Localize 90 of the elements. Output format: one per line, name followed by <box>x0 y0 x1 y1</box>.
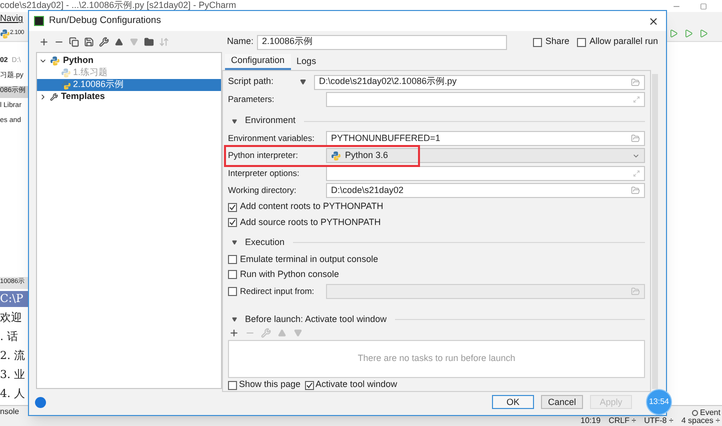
plus-icon[interactable] <box>228 327 240 340</box>
text-field[interactable] <box>326 166 645 181</box>
tree-node[interactable]: Templates <box>37 90 221 103</box>
tree-item[interactable]: 2.10086示例 <box>37 78 221 91</box>
checkbox[interactable] <box>228 380 237 390</box>
path-field[interactable]: PYTHONUNBUFFERED=1 <box>326 130 645 146</box>
bubble-icon <box>692 410 698 416</box>
field-label: Parameters: <box>228 93 276 106</box>
field-label: Interpreter options: <box>228 166 300 180</box>
python-logo-icon <box>61 80 71 90</box>
expand-icon <box>633 170 640 177</box>
status-item[interactable]: CRLF ÷ <box>608 416 636 426</box>
plus-icon[interactable] <box>38 36 50 48</box>
dialog-title: Run/Debug Configurations <box>49 14 161 28</box>
event-log-tab[interactable]: Event <box>692 407 720 419</box>
app-logo-icon <box>34 16 44 26</box>
checkbox-label[interactable]: Emulate terminal in output console <box>240 252 378 266</box>
empty-list-text: There are no tasks to run before launch <box>358 352 516 366</box>
wrench-icon[interactable] <box>98 36 110 48</box>
save-icon[interactable] <box>83 36 95 48</box>
python-logo-icon <box>61 68 71 78</box>
python-logo-icon <box>50 56 60 66</box>
tab[interactable]: Configuration <box>225 54 291 70</box>
checkbox[interactable] <box>533 38 542 46</box>
path-field[interactable]: D:\code\s21day02 <box>326 183 645 198</box>
checkbox-label[interactable]: Add content roots to PYTHONPATH <box>240 200 384 214</box>
profile-run-icon <box>684 29 693 38</box>
section-heading: Before launch: Activate tool window <box>245 312 387 326</box>
status-item[interactable]: UTF-8 ÷ <box>644 416 674 426</box>
checkbox-label[interactable]: Show this page <box>239 378 301 391</box>
checkbox[interactable] <box>228 286 237 296</box>
folder-icon <box>631 286 640 296</box>
wrench-icon <box>50 92 58 101</box>
status-item[interactable]: 10:19 <box>580 416 601 426</box>
python-logo-icon <box>0 28 10 38</box>
folder-icon <box>631 186 640 196</box>
status-item[interactable]: 4 spaces ÷ <box>681 416 720 426</box>
interpreter-dropdown[interactable]: Python 3.6 <box>326 148 645 164</box>
name-field[interactable]: 2.10086示例 <box>257 34 507 50</box>
checkbox[interactable] <box>228 202 237 212</box>
name-label: Name: <box>227 35 253 48</box>
section-heading: Environment <box>245 114 296 128</box>
tool-tab[interactable]: nsole <box>0 406 20 418</box>
chevron-right-icon <box>39 92 47 101</box>
console-line: 欢迎 <box>0 310 23 326</box>
python-logo-icon <box>331 150 341 161</box>
field-label: Script path: <box>228 75 275 88</box>
console-line: 3. 业 <box>0 367 26 383</box>
script-path-field[interactable]: D:\code\s21day02\2.10086示例.py <box>314 74 645 90</box>
checkbox-label[interactable]: Redirect input from: <box>240 284 314 298</box>
coverage-run-icon <box>669 29 678 38</box>
ide-title: code\s21day02] - ...\2.10086示例.py [s21day02] - PyCharm <box>0 0 236 12</box>
scrollbar[interactable] <box>652 74 658 389</box>
text-field[interactable] <box>326 92 645 108</box>
tab[interactable]: Logs <box>290 54 322 70</box>
expand-icon <box>633 96 640 104</box>
checkbox[interactable] <box>228 218 237 228</box>
menu-item[interactable]: Navig <box>0 12 24 26</box>
console-line: . 话 <box>0 329 19 345</box>
console-line: 4. 人 <box>0 386 26 402</box>
folder-icon[interactable] <box>143 36 155 48</box>
checkbox-label[interactable]: Add source roots to PYTHONPATH <box>240 216 381 230</box>
folder-icon <box>631 134 640 143</box>
folder-icon <box>631 78 640 87</box>
checkbox[interactable] <box>304 380 314 390</box>
dialog-button[interactable]: Cancel <box>541 395 583 409</box>
up-triangle-icon[interactable] <box>113 36 125 48</box>
input-path-field[interactable] <box>326 284 645 299</box>
checkbox-label[interactable]: Share <box>545 35 570 49</box>
restore-icon <box>700 2 707 10</box>
help-icon[interactable] <box>35 396 46 408</box>
checkbox[interactable] <box>577 38 586 46</box>
field-label: Working directory: <box>228 184 298 198</box>
field-label: Python interpreter: <box>228 149 299 162</box>
dialog-button[interactable]: OK <box>492 395 534 409</box>
checkbox-label[interactable]: Allow parallel run <box>589 35 658 49</box>
collapse-triangle-icon <box>232 316 237 322</box>
concurrency-run-icon <box>699 29 708 38</box>
collapse-triangle-icon <box>232 118 237 124</box>
console-line: 2. 流 <box>0 348 26 364</box>
checkbox-label[interactable]: Run with Python console <box>240 268 340 282</box>
copy-icon[interactable] <box>68 36 80 48</box>
section-heading: Execution <box>245 236 285 250</box>
checkbox-label[interactable]: Activate tool window <box>316 378 398 391</box>
field-label: Environment variables: <box>228 132 316 145</box>
tree-node[interactable]: Python <box>37 54 221 67</box>
close-icon[interactable] <box>648 16 659 26</box>
checkbox[interactable] <box>228 270 237 280</box>
checkbox[interactable] <box>228 254 237 264</box>
collapse-triangle-icon <box>232 240 237 246</box>
